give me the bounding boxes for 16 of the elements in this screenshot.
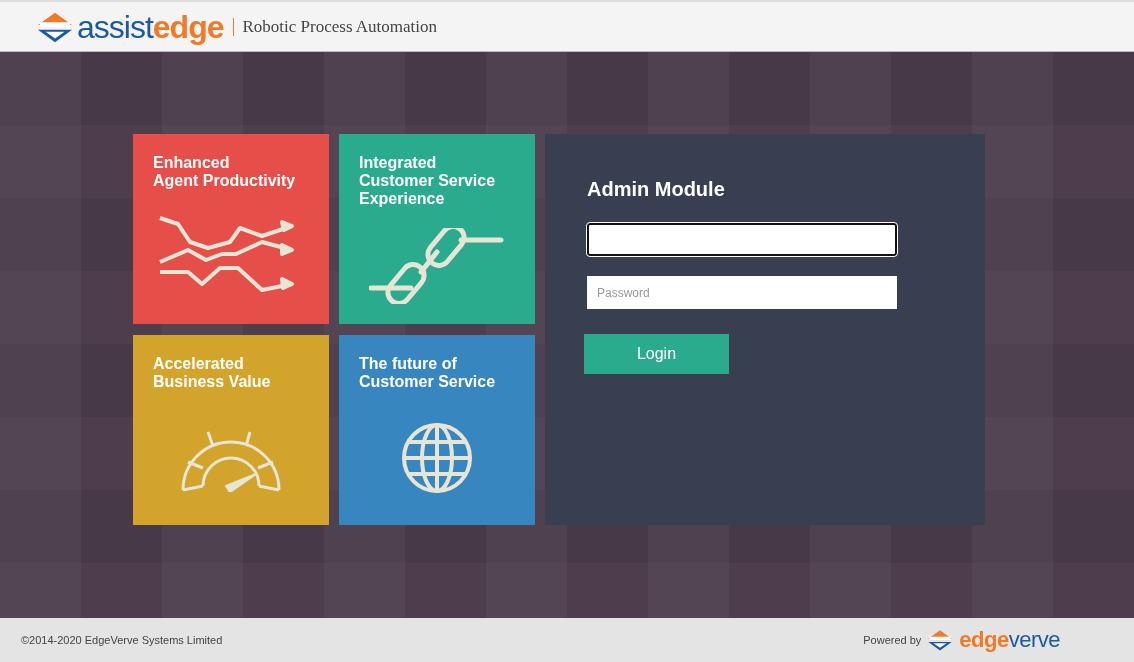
copyright-text: ©2014-2020 EdgeVerve Systems Limited	[21, 634, 223, 646]
logo-text: assistedge	[77, 10, 224, 43]
username-field[interactable]	[587, 223, 897, 256]
product-name: Robotic Process Automation	[233, 17, 438, 36]
globe-icon	[401, 422, 473, 494]
chain-link-icon	[369, 228, 505, 304]
tile-title: Enhanced Agent Productivity	[153, 154, 297, 190]
login-button[interactable]: Login	[584, 334, 729, 374]
powered-by-text: Powered by	[863, 634, 922, 646]
tile-title: Integrated Customer Service Experience	[359, 154, 497, 208]
panel-title: Admin Module	[587, 178, 726, 201]
logo-icon	[927, 628, 954, 652]
password-field[interactable]: Password	[587, 276, 897, 309]
tile-title: The future of Customer Service	[359, 355, 497, 391]
tile-title: Accelerated Business Value	[153, 355, 272, 391]
logo-text: edgeverve	[959, 629, 1060, 651]
